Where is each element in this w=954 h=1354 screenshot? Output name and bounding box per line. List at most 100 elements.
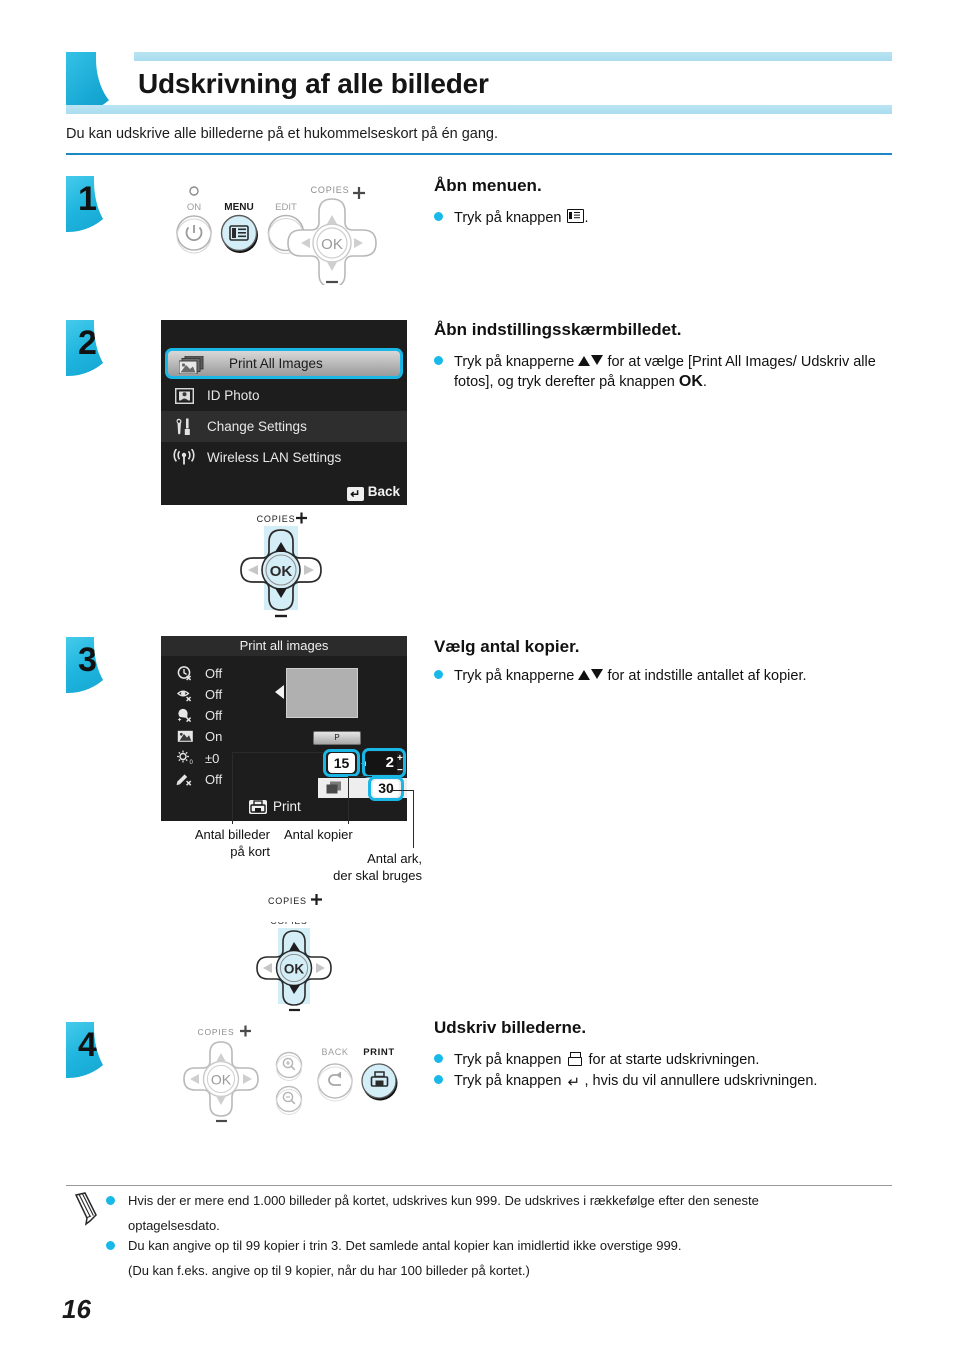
copies-highlight [362,748,406,778]
callout-label-images-on-card: Antal billeder på kort [178,826,270,860]
note-1-line-2: optagelsesdato. [128,1218,220,1233]
id-photo-icon [161,387,207,404]
step-title-1: Åbn menuen. [434,176,542,195]
dpad-left-icon [263,963,272,973]
triangle-up-icon [578,670,591,680]
menu-item-label-1: ID Photo [207,388,260,403]
print-screen-title: Print all images [161,636,407,656]
zoom-out-button [275,1085,303,1113]
step-1-text-post: . [584,210,589,226]
menu-item-change-settings[interactable]: Change Settings [161,411,407,442]
bullet-dot [106,1196,115,1205]
wifi-icon [161,448,207,467]
triangle-up-icon [578,356,591,366]
setting-row-effect[interactable]: Off [173,771,222,787]
print-button[interactable]: Print [249,799,301,814]
bullet-dot [434,1075,443,1084]
images-stack-icon [178,355,205,379]
panel-3-copies-label: COPIES [268,896,307,906]
print-settings-screen: Print all images Off Off Off On 0 ±0 Off [161,636,407,821]
ok-button-label: OK [211,1072,232,1088]
sheets-stack-icon [326,781,342,800]
step-4-b1-post: for at starte udskrivningen. [588,1052,760,1068]
step-4-bullet-2-text: Tryk på knappen ↵, hvis du vil annullere… [454,1071,817,1091]
step-badge-4: 4 [66,1020,124,1080]
callout-label-copies: Antal kopier [284,827,353,842]
skin-smooth-off-icon [173,708,197,723]
callout-line-copies [348,776,349,824]
step-3-bullet-text: Tryk på knapperne for at indstille antal… [454,666,807,686]
dpad-right-icon [316,963,325,973]
back-button [317,1063,353,1099]
setting-row-redeye[interactable]: Off [173,687,222,702]
step-4-b2-post: , hvis du vil annullere udskrivningen. [584,1073,818,1089]
setting-value-2: Off [205,708,223,723]
dpad-left-icon [248,565,258,575]
step-badge-cut-4 [94,1020,124,1080]
return-arrow-icon: ↵ [567,1074,581,1091]
panel-2-svg: OK COPIES [240,512,322,618]
zoom-in-button [275,1051,303,1079]
menu-back-button[interactable]: ↵ Back [346,484,400,501]
menu-item-id-photo[interactable]: ID Photo [161,380,407,411]
image-optimize-icon [173,729,197,744]
page-title: Udskrivning af alle billeder [138,68,489,99]
menu-back-label: Back [367,484,400,499]
svg-text:0: 0 [190,760,194,766]
page-number: 16 [62,1294,91,1324]
menu-item-label-3: Wireless LAN Settings [207,450,342,465]
panel-label-print: PRINT [363,1047,395,1058]
setting-row-skin[interactable]: Off [173,708,222,723]
callout-sheets-l2: der skal bruges [333,868,422,883]
menu-icon [566,209,584,223]
menu-item-label-2: Change Settings [207,419,307,434]
step-4-bullet-1: Tryk på knappen for at starte udskrivnin… [434,1050,759,1070]
step-3-text-pre: Tryk på knapperne [454,668,575,684]
ok-button-label: OK [284,962,305,977]
panel-1-svg: ON MENU EDIT OK COPIES [176,185,377,288]
step-4-b1-pre: Tryk på knappen [454,1052,562,1068]
control-panel-diagram-4: OK COPIES BACK PRINT [168,1022,408,1142]
bullet-dot [434,1054,443,1063]
copies-plus-icon-3 [310,893,323,906]
step-2-text-pre: Tryk på knapperne [454,354,575,370]
thumbnail-left-arrow-icon [275,685,284,699]
images-on-card-highlight [323,749,360,777]
pencil-note-icon [70,1192,104,1228]
step-3-bullet: Tryk på knapperne for at indstille antal… [434,666,807,686]
note-1-text: Hvis der er mere end 1.000 billeder på k… [128,1191,888,1235]
menu-item-label-0: Print All Images [229,356,323,371]
bullet-dot [434,212,443,221]
panel-label-copies: COPIES [311,185,350,195]
dpad-1: OK COPIES [287,185,377,288]
menu-screen: Print All Images ID Photo Change Setting… [161,320,407,505]
callout-line-images [232,752,233,824]
setting-value-1: Off [205,687,223,702]
panel-label-copies: COPIES [198,1027,235,1037]
ok-keyword: OK [678,373,703,390]
callout-sheets-l1: Antal ark, [367,851,422,866]
step-badge-cut-3 [94,635,124,695]
callout-label-sheets: Antal ark, der skal bruges [300,850,422,884]
step-2-text-line2b: . [702,374,707,390]
triangle-down-icon [591,669,604,679]
menu-item-wireless-lan-settings[interactable]: Wireless LAN Settings [161,442,407,473]
step-badge-cut-1 [94,174,124,234]
return-arrow-icon: ↵ [346,487,364,501]
setting-value-3: On [205,729,223,744]
ok-button-label: OK [321,236,343,253]
step-badge-3: 3 [66,635,124,695]
callout-lead-copies [348,776,372,777]
step-title-3: Vælg antal kopier. [434,637,580,656]
setting-row-brightness[interactable]: 0 ±0 [173,750,219,766]
setting-row-image-optimize[interactable]: On [173,729,222,744]
setting-value-0: Off [205,666,223,681]
control-panel-diagram-3: OK COPIES [245,916,345,1014]
step-2-bullet-text: Tryk på knapperne for at vælge [Print Al… [454,352,884,392]
setting-row-date[interactable]: Off [173,666,222,681]
panel-label-back: BACK [322,1047,349,1057]
panel-4-svg: OK COPIES BACK PRINT [183,1025,398,1123]
panel-label-on: ON [187,202,201,213]
note-2-line-2: (Du kan f.eks. angive op til 9 kopier, n… [128,1263,530,1278]
setting-value-4: ±0 [205,750,220,766]
